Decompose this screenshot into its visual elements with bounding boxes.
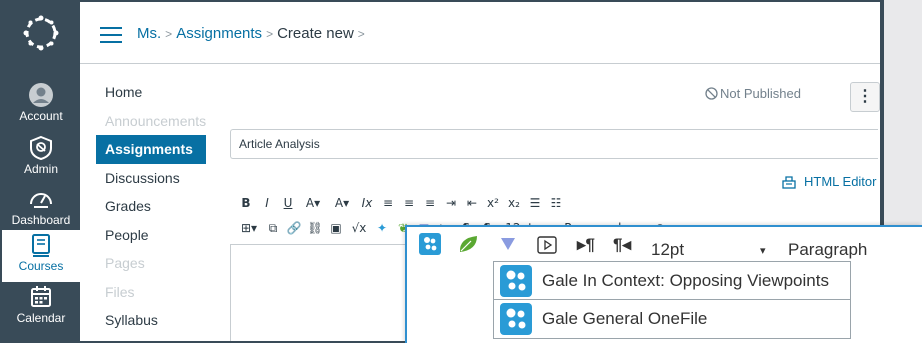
course-nav-files[interactable]: Files <box>96 278 206 307</box>
align-right-button[interactable]: ≡ <box>421 196 439 210</box>
unlink-button[interactable]: ⛓ <box>306 221 324 235</box>
gale-icon <box>500 265 532 297</box>
zoom-font-size-select[interactable]: 12pt <box>651 240 684 260</box>
gale-tool-icon[interactable] <box>419 233 441 255</box>
menu-item-label: Gale In Context: Opposing Viewpoints <box>542 271 829 290</box>
html-editor-link[interactable]: HTML Editor <box>782 174 876 189</box>
breadcrumb-separator-icon: > <box>266 27 274 41</box>
align-center-button[interactable]: ≡ <box>400 196 418 210</box>
align-left-button[interactable]: ≡ <box>379 196 397 210</box>
rce-toolbar-row-1: B I U A▾ A▾ Ix ≡ ≡ ≡ ⇥ ⇤ x² x₂ ☰ ☷ <box>237 195 568 210</box>
underline-button[interactable]: U <box>279 196 297 210</box>
course-nav-assignments[interactable]: Assignments <box>96 135 206 164</box>
page-header: Ms. > Assignments > Create new > <box>80 2 880 64</box>
embed-media-button[interactable]: ⧉ <box>264 221 282 236</box>
zoom-toolbar: ▸¶ ¶◂ 12pt ▾ Paragraph <box>407 233 922 263</box>
html-editor-label: HTML Editor <box>804 174 877 189</box>
menu-item-gale-general-onefile[interactable]: Gale General OneFile <box>494 300 850 338</box>
courses-icon <box>32 234 50 257</box>
background-color-button[interactable]: A▾ <box>329 196 355 210</box>
nav-item-admin[interactable]: Admin <box>2 133 80 185</box>
nav-label-dashboard: Dashboard <box>11 213 71 227</box>
nav-label-admin: Admin <box>23 162 58 176</box>
course-nav-people[interactable]: People <box>96 221 206 250</box>
calendar-icon <box>31 286 51 307</box>
zoom-callout: ▸¶ ¶◂ 12pt ▾ Paragraph Gale In Context: … <box>405 225 922 343</box>
hamburger-menu-icon[interactable] <box>100 27 122 43</box>
italic-button[interactable]: I <box>258 196 276 210</box>
bullet-list-button[interactable]: ☰ <box>526 196 544 210</box>
ltr-direction-icon[interactable]: ▸¶ <box>577 235 595 255</box>
leaf-icon[interactable] <box>457 234 479 254</box>
breadcrumb: Ms. > Assignments > Create new > <box>137 25 369 42</box>
more-options-button[interactable]: ⋮ <box>850 82 880 112</box>
nav-item-calendar[interactable]: Calendar <box>2 282 80 334</box>
breadcrumb-course[interactable]: Ms. <box>137 25 161 42</box>
gale-tool-icon[interactable]: ✦ <box>373 221 391 235</box>
nav-label-account: Account <box>19 109 63 123</box>
not-published-icon <box>705 87 718 100</box>
not-published-label: Not Published <box>720 86 801 101</box>
outdent-button[interactable]: ⇤ <box>463 196 481 210</box>
course-nav-discussions[interactable]: Discussions <box>96 164 206 193</box>
menu-item-label: Gale General OneFile <box>542 309 708 328</box>
course-navigation: Home Announcements Assignments Discussio… <box>96 78 206 335</box>
equation-button[interactable]: √x <box>348 221 370 235</box>
gale-dropdown-menu: Gale In Context: Opposing Viewpoints Gal… <box>493 261 851 339</box>
nav-label-calendar: Calendar <box>16 311 66 325</box>
breadcrumb-separator-icon: > <box>165 27 173 41</box>
course-nav-home[interactable]: Home <box>96 78 206 107</box>
link-button[interactable]: 🔗 <box>285 221 303 235</box>
assignment-title-input[interactable] <box>230 129 878 159</box>
media-icon[interactable] <box>537 236 557 254</box>
menu-item-gale-opposing-viewpoints[interactable]: Gale In Context: Opposing Viewpoints <box>494 262 850 300</box>
course-nav-grades[interactable]: Grades <box>96 192 206 221</box>
zoom-format-chevron-down-icon[interactable]: ▾ <box>760 244 766 257</box>
nav-item-account[interactable]: Account <box>2 80 80 132</box>
indent-button[interactable]: ⇥ <box>442 196 460 210</box>
publish-status[interactable]: Not Published <box>705 86 801 101</box>
breadcrumb-current: Create new <box>277 25 354 42</box>
nav-label-courses: Courses <box>18 259 64 273</box>
nav-item-dashboard[interactable]: Dashboard <box>2 184 80 236</box>
zoom-format-select[interactable]: Paragraph <box>788 240 867 260</box>
breadcrumb-assignments[interactable]: Assignments <box>176 25 262 42</box>
numbered-list-button[interactable]: ☷ <box>547 196 565 210</box>
html-editor-icon <box>782 176 796 189</box>
table-button[interactable]: ⊞▾ <box>237 221 261 235</box>
text-color-button[interactable]: A▾ <box>300 196 326 210</box>
global-navigation: Account Admin Dashboard Courses Calendar <box>2 2 80 341</box>
canvas-logo-icon[interactable] <box>20 12 62 54</box>
breadcrumb-separator-icon: > <box>357 27 365 41</box>
course-nav-announcements[interactable]: Announcements <box>96 107 206 136</box>
subscript-button[interactable]: x₂ <box>505 196 523 210</box>
image-button[interactable]: ▣ <box>327 221 345 235</box>
gale-icon <box>500 303 532 335</box>
bold-button[interactable]: B <box>237 196 255 210</box>
account-icon <box>29 83 53 107</box>
course-nav-syllabus[interactable]: Syllabus <box>96 306 206 335</box>
dashboard-icon <box>30 193 52 208</box>
admin-icon <box>30 135 52 161</box>
clear-formatting-button[interactable]: Ix <box>358 196 376 210</box>
filter-icon[interactable] <box>500 237 516 251</box>
course-nav-pages[interactable]: Pages <box>96 249 206 278</box>
superscript-button[interactable]: x² <box>484 196 502 210</box>
nav-item-courses[interactable]: Courses <box>2 230 80 282</box>
rtl-direction-icon[interactable]: ¶◂ <box>613 235 631 255</box>
